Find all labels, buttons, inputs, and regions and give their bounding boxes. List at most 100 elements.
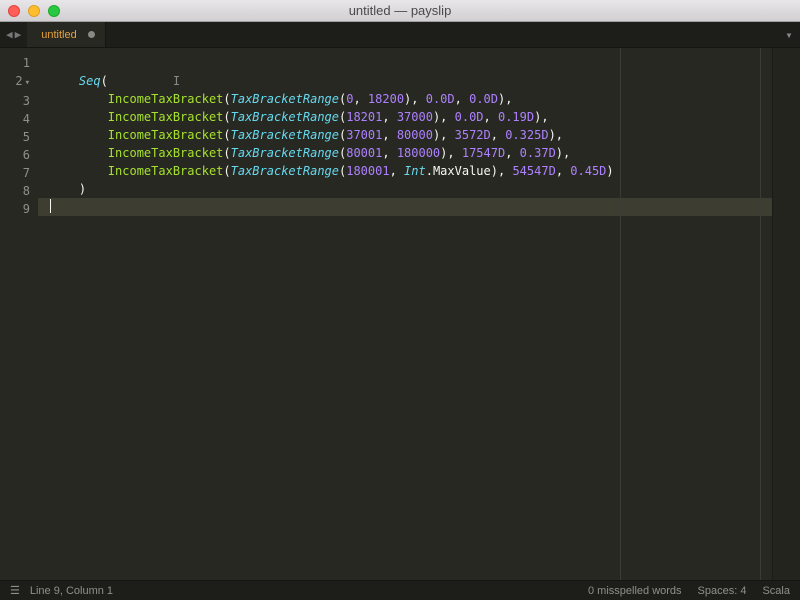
line-number[interactable]: 2▾ [0,72,30,92]
line-number[interactable]: 8 [0,182,30,200]
token: TaxBracketRange [231,128,339,142]
token: , [440,128,454,142]
forward-button[interactable]: ▶ [15,28,22,41]
token: ), [498,92,512,106]
token: 80001 [346,146,382,160]
tab-dropdown-button[interactable]: ▾ [778,22,800,47]
line-number[interactable]: 1 [0,54,30,72]
line-number[interactable]: 7 [0,164,30,182]
token: , [498,164,512,178]
token: , [382,146,396,160]
token: , [382,110,396,124]
code-content[interactable]: Seq( 𝙸 IncomeTaxBracket(TaxBracketRange(… [38,48,772,580]
chevron-down-icon: ▾ [785,28,792,42]
token: , [382,128,396,142]
token: TaxBracketRange [231,110,339,124]
token: Seq [79,74,101,88]
line-number[interactable]: 3 [0,92,30,110]
token: IncomeTaxBracket [108,146,224,160]
token: 37000 [397,110,433,124]
token: , [455,92,469,106]
code-line[interactable]: IncomeTaxBracket(TaxBracketRange(180001,… [50,162,772,180]
token: 0.325D [505,128,548,142]
token: 180001 [346,164,389,178]
token: ( [223,146,230,160]
token: , [556,164,570,178]
minimize-window-button[interactable] [28,5,40,17]
token: 0.37D [520,146,556,160]
code-line[interactable]: Seq( 𝙸 [50,72,772,90]
code-line[interactable]: ) [50,180,772,198]
token: 180000 [397,146,440,160]
tab-untitled[interactable]: untitled [27,22,105,47]
editor-area[interactable]: 12▾3456789 Seq( 𝙸 IncomeTaxBracket(TaxBr… [0,48,800,580]
token: 0.0D [469,92,498,106]
token: , [447,146,461,160]
token: 54547D [512,164,555,178]
line-number[interactable]: 6 [0,146,30,164]
indent-status[interactable]: Spaces: 4 [698,585,747,597]
token: , [353,92,367,106]
close-window-button[interactable] [8,5,20,17]
tab-label: untitled [41,29,76,41]
token: TaxBracketRange [231,146,339,160]
code-line[interactable] [50,54,772,72]
minimap[interactable] [772,48,800,580]
token: IncomeTaxBracket [108,92,224,106]
ruler-1 [620,48,621,580]
token: 0.0D [455,110,484,124]
dirty-indicator-icon [88,31,95,38]
token: .MaxValue [426,164,491,178]
token: 37001 [346,128,382,142]
token: , [491,128,505,142]
spell-status[interactable]: 0 misspelled words [588,585,682,597]
zoom-window-button[interactable] [48,5,60,17]
token: ) [606,164,613,178]
line-number-gutter[interactable]: 12▾3456789 [0,48,38,580]
ruler-2 [760,48,761,580]
token: , [411,92,425,106]
token: 80000 [397,128,433,142]
token: , [505,146,519,160]
cursor-position[interactable]: Line 9, Column 1 [30,585,113,597]
code-line[interactable]: IncomeTaxBracket(TaxBracketRange(18201, … [50,108,772,126]
token: ), [556,146,570,160]
token: 18200 [368,92,404,106]
token: ( [223,128,230,142]
token: , [440,110,454,124]
line-number[interactable]: 4 [0,110,30,128]
tab-bar: ◀ ▶ untitled ▾ [0,22,800,48]
token: 0.45D [570,164,606,178]
line-number[interactable]: 9 [0,200,30,218]
back-button[interactable]: ◀ [6,28,13,41]
token: 17547D [462,146,505,160]
syntax-status[interactable]: Scala [762,585,790,597]
token: ( [223,164,230,178]
line-number[interactable]: 5 [0,128,30,146]
token: ), [549,128,563,142]
text-cursor [50,199,51,213]
token: ), [534,110,548,124]
switch-project-icon[interactable]: ☰ [10,584,20,597]
token: ( [223,110,230,124]
token: IncomeTaxBracket [108,128,224,142]
mouse-ibeam-icon: 𝙸 [173,72,180,90]
token: 0.19D [498,110,534,124]
window-titlebar: untitled — payslip [0,0,800,22]
token: TaxBracketRange [231,164,339,178]
token: , [484,110,498,124]
token: ( [223,92,230,106]
status-bar: ☰ Line 9, Column 1 0 misspelled words Sp… [0,580,800,600]
window-title: untitled — payslip [0,3,800,18]
code-line[interactable]: IncomeTaxBracket(TaxBracketRange(0, 1820… [50,90,772,108]
token: Int [404,164,426,178]
token: 3572D [455,128,491,142]
fold-icon[interactable]: ▾ [25,78,30,88]
code-line[interactable]: IncomeTaxBracket(TaxBracketRange(37001, … [50,126,772,144]
code-line[interactable] [38,198,772,216]
code-line[interactable]: IncomeTaxBracket(TaxBracketRange(80001, … [50,144,772,162]
token: ( [101,74,108,88]
window-controls [0,5,60,17]
tab-history-nav: ◀ ▶ [0,22,27,47]
token: 0.0D [426,92,455,106]
